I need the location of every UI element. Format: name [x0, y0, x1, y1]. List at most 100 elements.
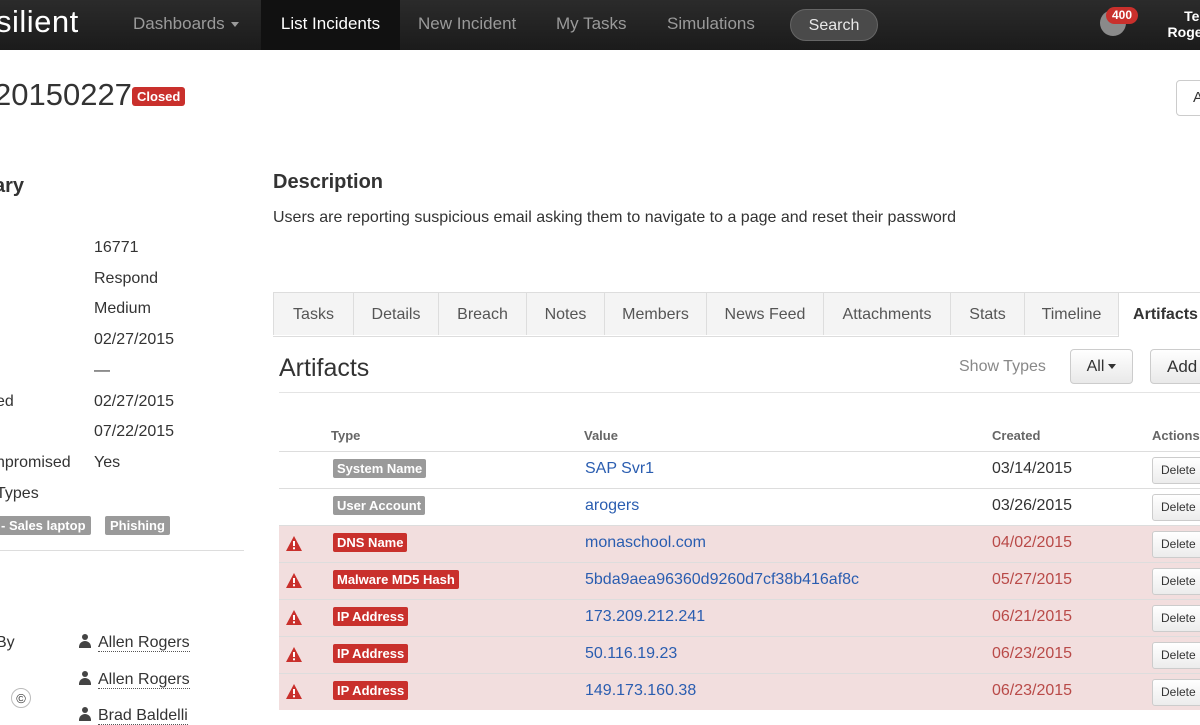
warning-icon [286, 536, 302, 551]
tab-details[interactable]: Details [353, 292, 439, 335]
user-icon [78, 707, 92, 721]
nav-new-incident[interactable]: New Incident [418, 0, 516, 50]
artifact-type-label: IP Address [333, 644, 409, 663]
artifact-type-label: Malware MD5 Hash [333, 570, 459, 589]
person-name: Allen Rogers [98, 634, 190, 652]
summary-value-date: 02/27/2015 [94, 331, 175, 348]
summary-value-id: 16771 [94, 239, 139, 256]
table-row: Malware MD5 Hash 5bda9aea96360d9260d7cf38… [279, 562, 1200, 599]
artifact-value-link[interactable]: SAP Svr1 [585, 460, 654, 478]
search-button[interactable]: Search [790, 9, 878, 41]
delete-button[interactable]: Delete [1152, 679, 1200, 706]
user-icon [78, 634, 92, 648]
delete-button[interactable]: Delete [1152, 642, 1200, 669]
artifact-value-link[interactable]: 5bda9aea96360d9260d7cf38b416af8c [585, 571, 859, 589]
artifacts-table: System Name SAP Svr1 03/14/2015 Delete User … [279, 451, 1200, 710]
add-artifact-button[interactable]: Add [1150, 349, 1200, 384]
summary-value-severity: Medium [94, 300, 151, 317]
artifact-created-date: 03/14/2015 [992, 460, 1073, 477]
incident-id-title: 20150227 [0, 77, 132, 112]
delete-button[interactable]: Delete [1152, 605, 1200, 632]
summary-value-created: 02/27/2015 [94, 393, 175, 410]
action-button[interactable]: A [1176, 80, 1200, 116]
type-filter-dropdown[interactable]: All [1070, 349, 1133, 384]
status-badge: Closed [132, 87, 186, 106]
nav-dashboards[interactable]: Dashboards [133, 0, 239, 50]
summary-heading: ary [0, 175, 25, 197]
artifact-created-date: 05/27/2015 [992, 571, 1073, 588]
artifact-created-date: 06/21/2015 [992, 608, 1073, 625]
tab-attachments[interactable]: Attachments [823, 292, 951, 335]
summary-value-compromised: Yes [94, 454, 121, 471]
artifact-type-label: System Name [333, 459, 427, 478]
table-row: IP Address 50.116.19.23 06/23/2015 Delete [279, 636, 1200, 673]
table-row: DNS Name monaschool.com 04/02/2015 Delete [279, 525, 1200, 562]
tab-artifacts[interactable]: Artifacts [1118, 292, 1200, 337]
artifact-value-link[interactable]: 149.173.160.38 [585, 682, 696, 700]
tab-news-feed[interactable]: News Feed [706, 292, 824, 335]
artifact-created-date: 04/02/2015 [992, 534, 1073, 551]
description-heading: Description [273, 171, 384, 193]
table-row: User Account arogers 03/26/2015 Delete [279, 488, 1200, 525]
user-menu[interactable]: Ted Roger [1160, 8, 1200, 40]
incident-type-tag: Phishing [105, 516, 170, 535]
summary-value-phase: Respond [94, 270, 159, 287]
summary-label-types: Types [0, 485, 39, 502]
table-row: System Name SAP Svr1 03/14/2015 Delete [279, 451, 1200, 488]
tab-timeline[interactable]: Timeline [1024, 292, 1119, 335]
artifact-value-link[interactable]: monaschool.com [585, 534, 706, 552]
tab-tasks[interactable]: Tasks [273, 292, 354, 335]
show-types-label: Show Types [959, 358, 1046, 375]
delete-button[interactable]: Delete [1152, 568, 1200, 595]
nav-simulations[interactable]: Simulations [667, 0, 755, 50]
artifact-type-label: DNS Name [333, 533, 408, 552]
user-icon [78, 671, 92, 685]
people-label: By [0, 634, 15, 651]
artifact-value-link[interactable]: 173.209.212.241 [585, 608, 705, 626]
tab-members[interactable]: Members [604, 292, 707, 335]
artifact-type-label: IP Address [333, 607, 409, 626]
nav-my-tasks[interactable]: My Tasks [556, 0, 627, 50]
user-last-name: Roger [1167, 24, 1200, 40]
nav-list-incidents-label: List Incidents [280, 14, 381, 33]
nav-list-incidents[interactable]: List Incidents [261, 0, 400, 50]
notification-count-badge[interactable]: 400 [1106, 7, 1139, 24]
brand-logo[interactable]: silient [0, 4, 79, 40]
person-link[interactable]: Allen Rogers [78, 634, 190, 652]
artifact-type-label: User Account [333, 496, 426, 515]
person-link[interactable]: Allen Rogers [78, 671, 190, 689]
tab-stats[interactable]: Stats [950, 292, 1025, 335]
person-name: Allen Rogers [98, 671, 190, 689]
top-navbar: silient Dashboards List Incidents New In… [0, 0, 1200, 50]
delete-button[interactable]: Delete [1152, 531, 1200, 558]
section-divider [279, 392, 1200, 393]
summary-value-empty: — [94, 362, 110, 379]
tab-breach[interactable]: Breach [438, 292, 527, 335]
table-row: IP Address 149.173.160.38 06/23/2015 Delete [279, 673, 1200, 710]
delete-button[interactable]: Delete [1152, 457, 1200, 484]
person-link[interactable]: Brad Baldelli [78, 707, 188, 725]
copyright-icon: © [11, 688, 31, 708]
warning-icon [286, 647, 302, 662]
artifact-value-link[interactable]: 50.116.19.23 [585, 645, 677, 663]
column-header-type[interactable]: Type [331, 428, 360, 443]
artifacts-heading: Artifacts [279, 354, 370, 382]
summary-label-compromised: npromised [0, 454, 71, 471]
table-row: IP Address 173.209.212.241 06/21/2015 Delet… [279, 599, 1200, 636]
warning-icon [286, 610, 302, 625]
person-name: Brad Baldelli [98, 707, 188, 725]
column-header-created[interactable]: Created [992, 428, 1040, 443]
artifact-created-date: 03/26/2015 [992, 497, 1073, 514]
incident-tabs: Tasks Details Breach Notes Members News … [273, 292, 1200, 337]
nav-dashboards-label: Dashboards [133, 14, 225, 33]
chevron-down-icon [230, 22, 239, 28]
user-first-name: Ted [1184, 8, 1200, 24]
tab-notes[interactable]: Notes [526, 292, 605, 335]
incident-type-tag: - Sales laptop [0, 516, 91, 535]
artifact-value-link[interactable]: arogers [585, 497, 639, 515]
delete-button[interactable]: Delete [1152, 494, 1200, 521]
warning-icon [286, 684, 302, 699]
column-header-value[interactable]: Value [584, 428, 618, 443]
type-filter-value: All [1086, 358, 1105, 375]
summary-label-created: ed [0, 393, 14, 410]
